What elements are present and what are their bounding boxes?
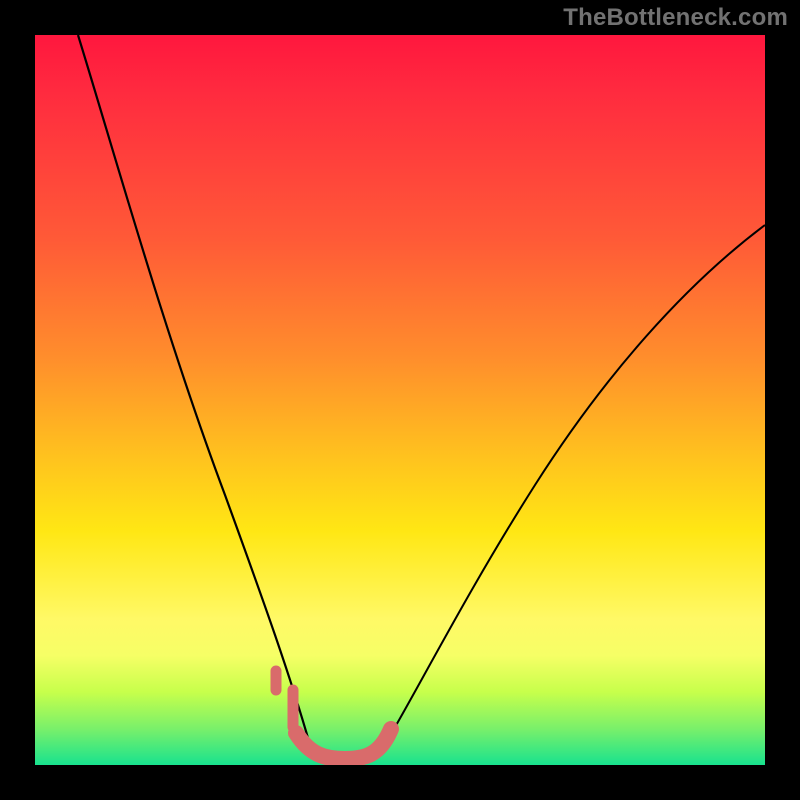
chart-frame: TheBottleneck.com: [0, 0, 800, 800]
curve-right: [380, 225, 765, 753]
valley-highlight: [296, 729, 391, 759]
curve-layer: [35, 35, 765, 765]
plot-area: [35, 35, 765, 765]
curve-left: [78, 35, 310, 745]
watermark-text: TheBottleneck.com: [563, 4, 788, 32]
